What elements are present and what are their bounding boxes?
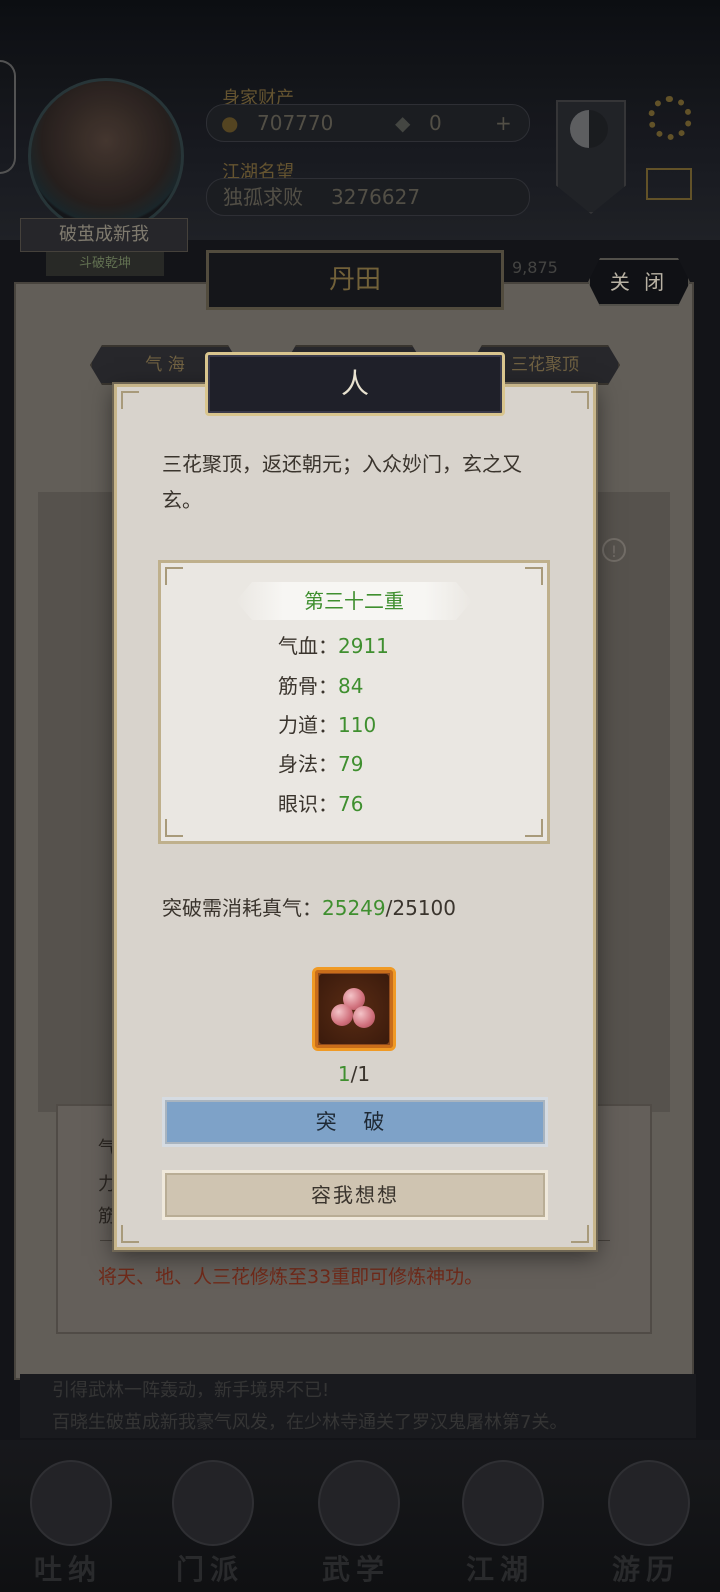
stat-label: 筋骨： xyxy=(278,674,338,698)
corner-ornament xyxy=(121,391,139,409)
dialog-title-banner: 人 xyxy=(205,352,505,416)
corner-ornament xyxy=(525,819,543,837)
breakthrough-button[interactable]: 突 破 xyxy=(162,1097,548,1147)
corner-ornament xyxy=(165,819,183,837)
pill-shape xyxy=(353,1006,375,1028)
stat-row-strength: 力道：110 xyxy=(278,709,376,738)
pill-shape xyxy=(331,1004,353,1026)
item-needed: /1 xyxy=(350,1062,371,1086)
item-owned: 1 xyxy=(337,1062,351,1086)
stat-value: 110 xyxy=(338,713,377,737)
cancel-button[interactable]: 容我想想 xyxy=(162,1170,548,1220)
dialog-title: 人 xyxy=(340,367,369,400)
stat-value: 84 xyxy=(338,674,364,698)
stat-row-hp: 气血：2911 xyxy=(278,630,389,659)
stage-label: 第三十二重 xyxy=(236,582,472,620)
stat-label: 力道： xyxy=(278,713,338,737)
stat-label: 气血： xyxy=(278,634,338,658)
cost-required: /25100 xyxy=(385,896,456,920)
stat-value: 2911 xyxy=(338,634,389,658)
stat-row-agility: 身法：79 xyxy=(278,748,363,777)
corner-ornament xyxy=(571,1225,589,1243)
corner-ornament xyxy=(525,567,543,585)
corner-ornament xyxy=(121,1225,139,1243)
cost-current: 25249 xyxy=(322,896,386,920)
stat-value: 79 xyxy=(338,752,364,776)
item-count: 1/1 xyxy=(312,1062,396,1086)
corner-ornament xyxy=(571,391,589,409)
required-item-slot[interactable] xyxy=(312,967,396,1051)
stat-row-bone: 筋骨：84 xyxy=(278,670,363,699)
cost-label: 突破需消耗真气： xyxy=(162,896,322,920)
stat-label: 身法： xyxy=(278,752,338,776)
breakthrough-cost: 突破需消耗真气：25249/25100 xyxy=(162,892,456,921)
dialog-description: 三花聚顶，返还朝元；入众妙门，玄之又玄。 xyxy=(162,452,522,512)
stat-value: 76 xyxy=(338,792,364,816)
pill-icon xyxy=(319,974,389,1044)
stat-row-insight: 眼识：76 xyxy=(278,788,363,817)
stat-label: 眼识： xyxy=(278,792,338,816)
corner-ornament xyxy=(165,567,183,585)
